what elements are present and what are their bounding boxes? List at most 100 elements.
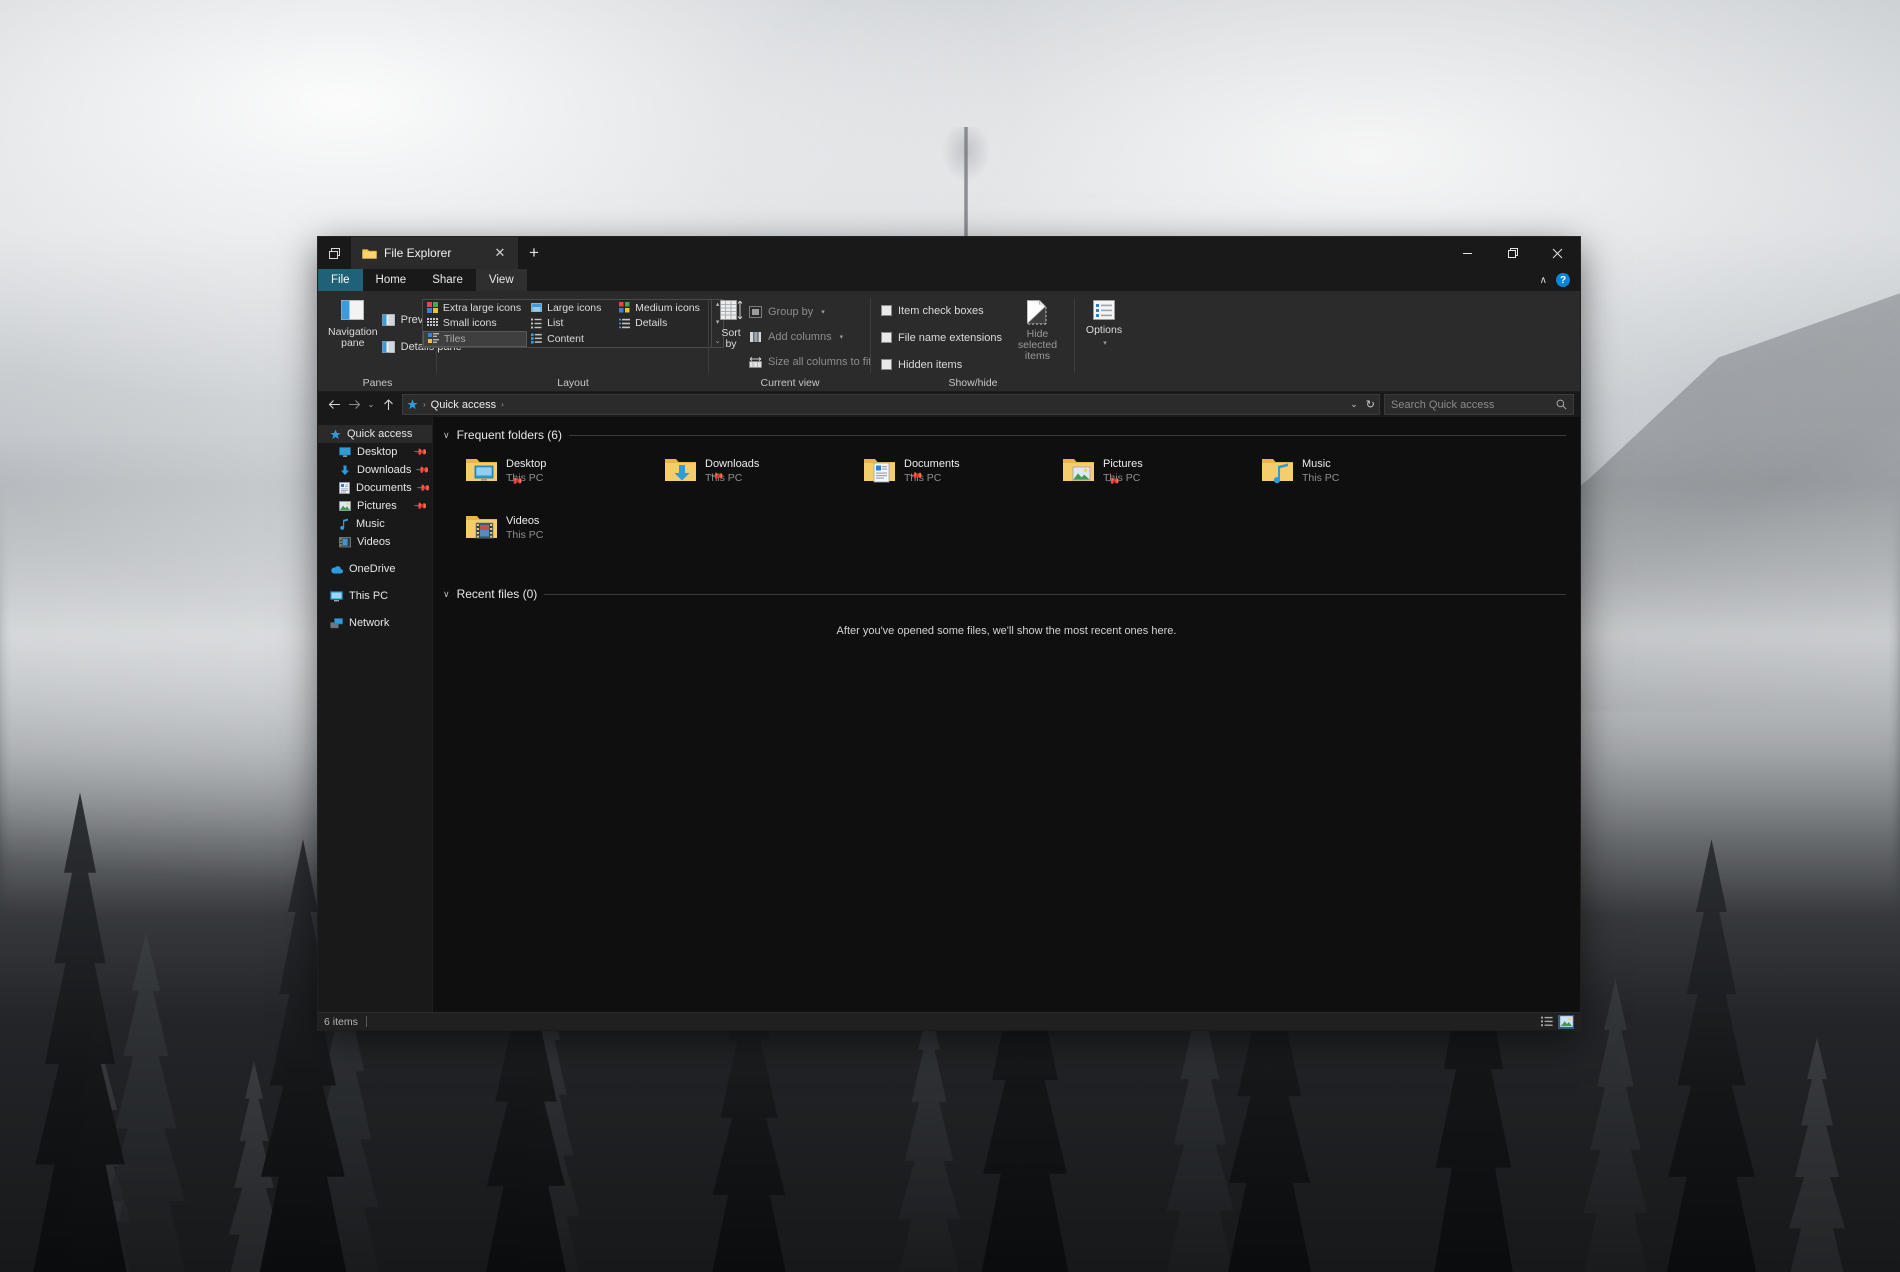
folder-name: Videos [506,514,543,528]
minimize-button[interactable] [1445,237,1490,269]
large-icons-view-button[interactable] [1558,1015,1574,1029]
folder-tile[interactable]: Desktop This PC 📌 [442,451,641,508]
layout-item-label: Extra large icons [443,302,521,314]
hide-selected-items-label-2: items [1025,351,1050,362]
up-button[interactable] [378,395,398,415]
sidebar-item-this-pc[interactable]: This PC [318,587,432,605]
recent-locations-button[interactable]: ⌄ [364,395,378,415]
group-by-icon [749,306,762,318]
sidebar-item-downloads[interactable]: Downloads 📌 [318,461,432,479]
sidebar-item-network[interactable]: Network [318,614,432,632]
tab-home[interactable]: Home [363,269,420,291]
folder-tile[interactable]: Pictures This PC 📌 [1039,451,1238,508]
forward-button[interactable] [344,395,364,415]
sidebar-item-videos[interactable]: Videos [318,533,432,551]
layout-item-label: Tiles [444,333,466,345]
refresh-icon[interactable]: ↻ [1366,398,1375,411]
folder-tile[interactable]: Documents This PC 📌 [840,451,1039,508]
folder-tile[interactable]: Music This PC [1238,451,1437,508]
folder-tile[interactable]: Downloads This PC 📌 [641,451,840,508]
folder-desktop-icon [465,455,498,484]
tree [1767,1038,1867,1272]
maximize-restore-button[interactable] [1490,237,1535,269]
item-check-boxes-option[interactable]: Item check boxes [881,300,1002,321]
breadcrumb-quick-access[interactable]: Quick access [431,399,496,411]
tab-share[interactable]: Share [419,269,476,291]
chevron-down-icon[interactable]: ▾ [1103,338,1107,349]
group-by-button[interactable]: Group by ▾ [749,301,871,322]
hidden-items-option[interactable]: Hidden items [881,354,1002,375]
file-name-extensions-label: File name extensions [898,332,1002,344]
pin-icon[interactable]: 📌 [415,480,431,496]
checkbox-icon[interactable] [881,359,892,370]
sidebar-item-music[interactable]: Music [318,515,432,533]
checkbox-icon[interactable] [881,305,892,316]
hide-selected-items-button[interactable]: Hide selected items [1010,297,1065,362]
file-name-extensions-option[interactable]: File name extensions [881,327,1002,348]
collapse-ribbon-icon[interactable]: ∧ [1540,275,1547,286]
ribbon-group-layout-label: Layout [439,375,707,391]
search-input[interactable]: Search Quick access [1391,399,1550,411]
sidebar-item-onedrive[interactable]: OneDrive [318,560,432,578]
pin-icon[interactable]: 📌 [413,498,429,514]
details-view-button[interactable] [1539,1015,1555,1029]
tab-view[interactable]: View [476,269,527,291]
layout-details[interactable]: Details [615,316,711,332]
chevron-down-icon[interactable]: ▾ [821,308,825,316]
layout-tiles[interactable]: Tiles [423,331,527,347]
navigation-pane-button[interactable]: Navigation pane [328,297,378,349]
pin-icon[interactable]: 📌 [415,462,431,478]
header-rule [569,435,1566,436]
chevron-down-icon[interactable]: ∨ [443,589,450,600]
sidebar-item-desktop[interactable]: Desktop 📌 [318,443,432,461]
frequent-folders-header[interactable]: ∨ Frequent folders (6) [443,428,1566,442]
layout-list[interactable]: List [527,316,615,332]
group-by-label: Group by [768,306,813,318]
navigation-pane-label-2: pane [341,338,364,349]
help-icon[interactable]: ? [1556,273,1570,287]
layout-extra-large-icons[interactable]: Extra large icons [423,300,527,316]
hide-selected-items-label-1: Hide selected [1010,329,1065,351]
layout-small-icons[interactable]: Small icons [423,316,527,332]
address-dropdown-icon[interactable]: ⌄ [1350,399,1358,410]
close-tab-button[interactable]: ✕ [488,242,512,264]
chevron-down-icon[interactable]: ▾ [840,333,844,341]
breadcrumb-separator[interactable]: › [423,400,426,409]
pin-icon[interactable]: 📌 [413,444,429,460]
folder-tile[interactable]: Videos This PC [442,508,641,565]
layout-large-icons[interactable]: Large icons [527,300,615,316]
recent-files-header[interactable]: ∨ Recent files (0) [443,587,1566,601]
quick-access-star-icon [407,399,418,410]
size-all-columns-button[interactable]: Size all columns to fit [749,351,871,372]
sidebar-item-quick-access[interactable]: Quick access [318,425,432,443]
sidebar-item-pictures[interactable]: Pictures 📌 [318,497,432,515]
breadcrumb-actions: ⌄ ↻ [1350,398,1375,411]
search-icon[interactable] [1556,399,1567,410]
chevron-down-icon[interactable]: ∨ [443,430,450,441]
options-button[interactable]: Options ▾ [1085,297,1123,349]
ribbon-group-current-view-label: Current view [711,375,869,391]
layout-medium-icons[interactable]: Medium icons [615,300,711,316]
search-box[interactable]: Search Quick access [1384,394,1574,415]
folder-downloads-icon [664,455,697,484]
titlebar-drag-area[interactable] [550,237,1445,269]
tab-switcher-icon[interactable] [318,237,351,269]
add-columns-button[interactable]: Add columns ▾ [749,326,871,347]
new-tab-button[interactable]: + [518,237,550,269]
sort-by-button[interactable]: Sort by [719,297,743,350]
back-button[interactable] [324,395,344,415]
breadcrumb-separator[interactable]: › [501,400,504,409]
explorer-tab[interactable]: File Explorer ✕ [351,237,518,269]
layout-content[interactable]: Content [527,331,615,347]
tab-file[interactable]: File [318,269,363,291]
sidebar-item-documents[interactable]: Documents 📌 [318,479,432,497]
sidebar-item-label: Documents [356,482,412,494]
close-window-button[interactable] [1535,237,1580,269]
checkbox-icon[interactable] [881,332,892,343]
layout-gallery[interactable]: Extra large icons S [422,299,724,348]
video-icon [339,537,351,548]
breadcrumb-bar[interactable]: › Quick access › ⌄ ↻ [402,394,1380,415]
ribbon-group-options-label [1077,375,1131,391]
list-icon [531,318,542,329]
tree [1634,839,1789,1272]
